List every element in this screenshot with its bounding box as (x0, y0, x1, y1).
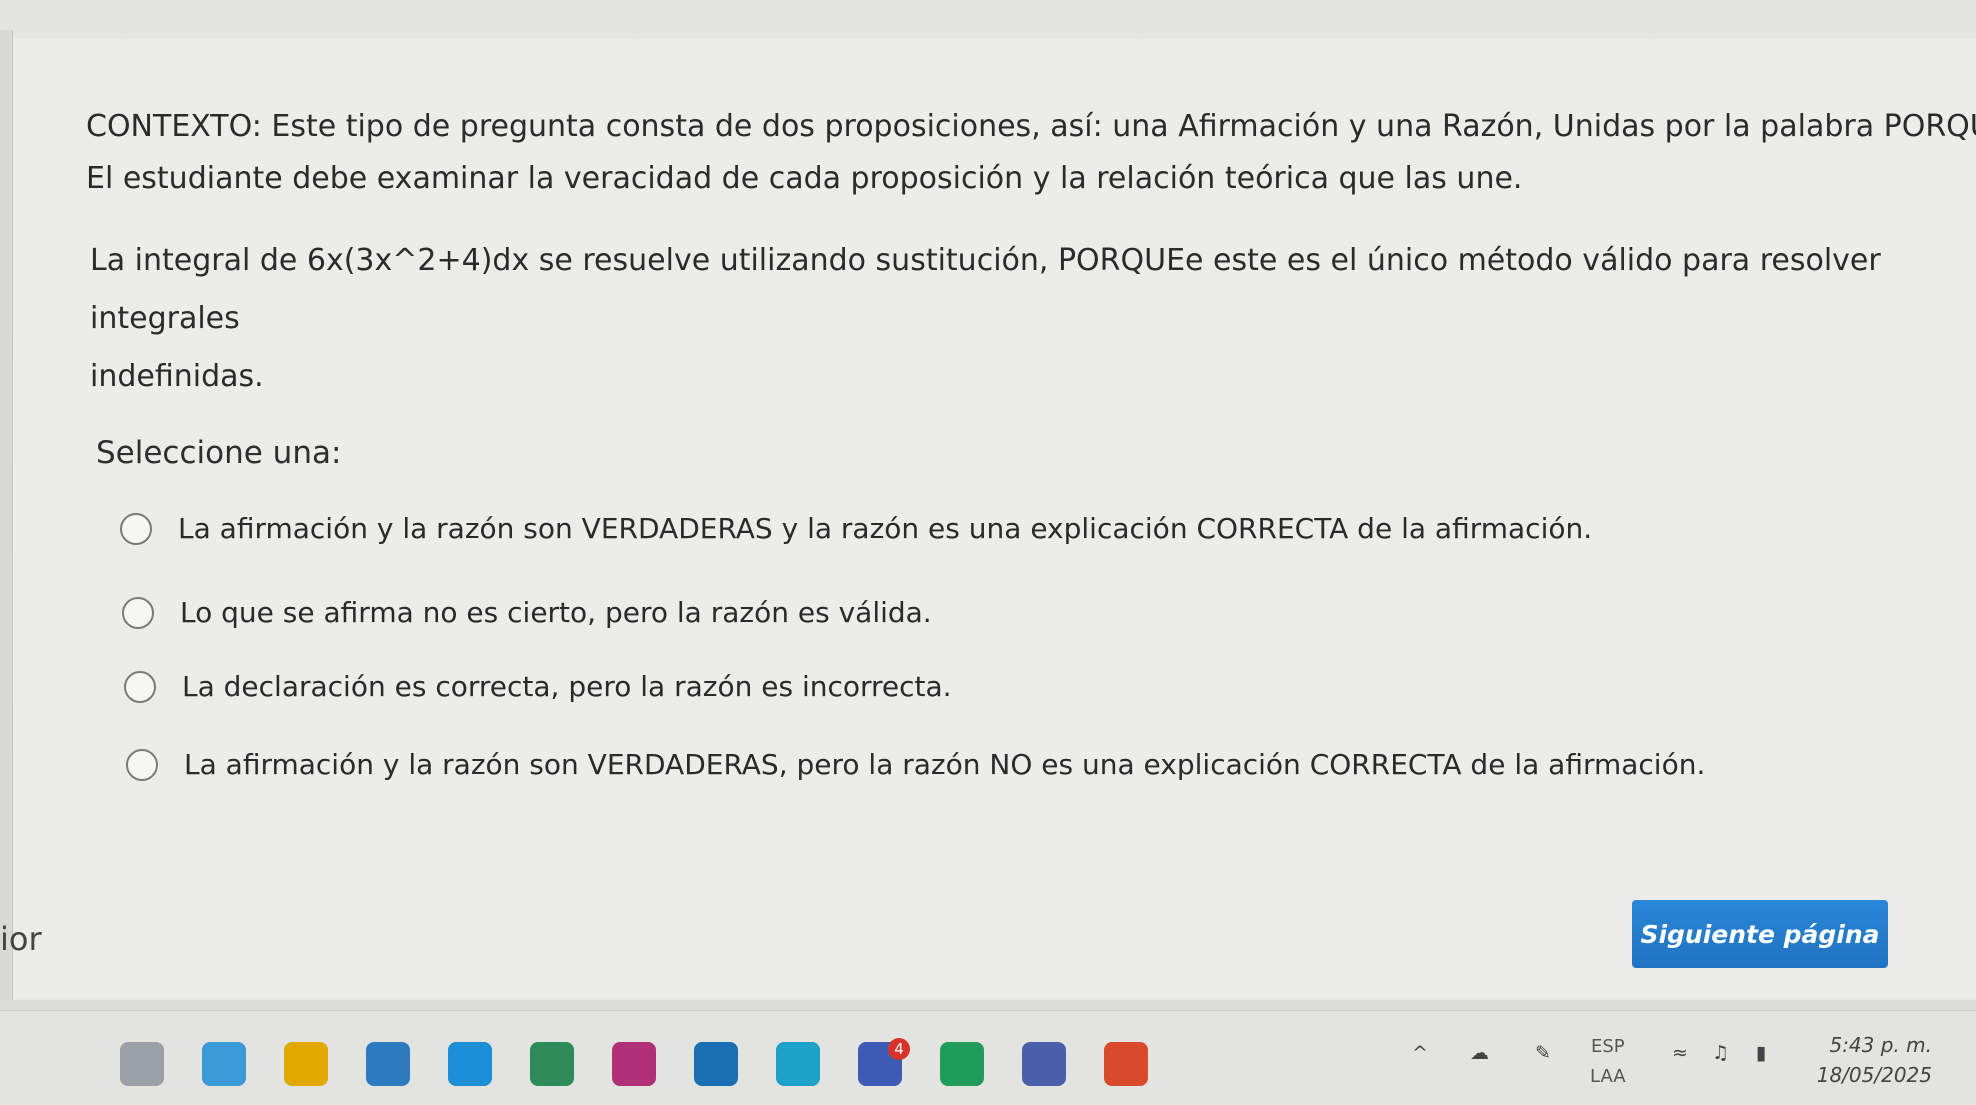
app-icon-9[interactable] (776, 1042, 820, 1086)
system-clock[interactable]: 5:43 p. m. 18/05/2025 (1817, 1030, 1932, 1090)
language-code: ESP (1590, 1036, 1625, 1057)
screen: CONTEXTO: Este tipo de pregunta consta d… (0, 0, 1976, 1105)
option-label: La afirmación y la razón son VERDADERAS … (178, 512, 1593, 545)
answer-option-2[interactable]: Lo que se afirma no es cierto, pero la r… (122, 596, 932, 629)
notification-badge: 4 (888, 1038, 910, 1060)
option-label: La declaración es correcta, pero la razó… (182, 670, 952, 703)
app-icon-13[interactable] (1104, 1042, 1148, 1086)
pen-icon[interactable]: ✎ (1535, 1042, 1551, 1064)
wifi-icon[interactable]: ≈ (1672, 1042, 1688, 1064)
language-indicator[interactable]: ESP LAA (1590, 1032, 1626, 1092)
app-icon-11[interactable] (940, 1042, 984, 1086)
keyboard-layout: LAA (1590, 1066, 1626, 1087)
radio-button[interactable] (124, 670, 156, 703)
previous-page-button[interactable]: ior (0, 920, 42, 958)
tray-chevron-icon[interactable]: ^ (1412, 1042, 1428, 1064)
select-prompt: Seleccione una: (96, 435, 342, 471)
app-icon-8[interactable] (694, 1042, 738, 1086)
radio-button[interactable] (120, 512, 152, 545)
speaker-icon[interactable]: ♫ (1712, 1042, 1729, 1064)
battery-icon[interactable]: ▮ (1756, 1042, 1766, 1064)
clock-date: 18/05/2025 (1816, 1063, 1932, 1087)
next-page-button[interactable]: Siguiente página (1632, 900, 1888, 968)
app-icon-7[interactable] (612, 1042, 656, 1086)
question-math: 6x(3x^2+4)dx (306, 243, 530, 278)
option-label: Lo que se afirma no es cierto, pero la r… (180, 596, 932, 629)
app-icon-1[interactable] (120, 1042, 164, 1086)
question-text: La integral de 6x(3x^2+4)dx se resuelve … (90, 232, 1950, 406)
question-prefix: La integral de (90, 243, 307, 278)
app-icon-2[interactable] (202, 1042, 246, 1086)
answer-option-1[interactable]: La afirmación y la razón son VERDADERAS … (120, 512, 1592, 545)
radio-button[interactable] (122, 596, 154, 629)
question-line-2: indefinidas. (90, 359, 264, 394)
answer-option-3[interactable]: La declaración es correcta, pero la razó… (124, 670, 952, 703)
cloud-icon[interactable]: ☁ (1470, 1042, 1489, 1064)
clock-time: 5:43 p. m. (1829, 1033, 1932, 1057)
app-icon-12[interactable] (1022, 1042, 1066, 1086)
answer-option-4[interactable]: La afirmación y la razón son VERDADERAS,… (126, 748, 1705, 781)
context-line-1: CONTEXTO: Este tipo de pregunta consta d… (86, 109, 1976, 144)
window-left-edge (0, 30, 13, 1030)
app-icon-3[interactable] (284, 1042, 328, 1086)
radio-button[interactable] (126, 748, 158, 781)
app-icon-5[interactable] (448, 1042, 492, 1086)
app-icon-6[interactable] (530, 1042, 574, 1086)
page-bottom-strip (0, 1000, 1976, 1010)
app-icon-4[interactable] (366, 1042, 410, 1086)
context-line-2: El estudiante debe examinar la veracidad… (86, 161, 1523, 196)
option-label: La afirmación y la razón son VERDADERAS,… (184, 748, 1706, 781)
